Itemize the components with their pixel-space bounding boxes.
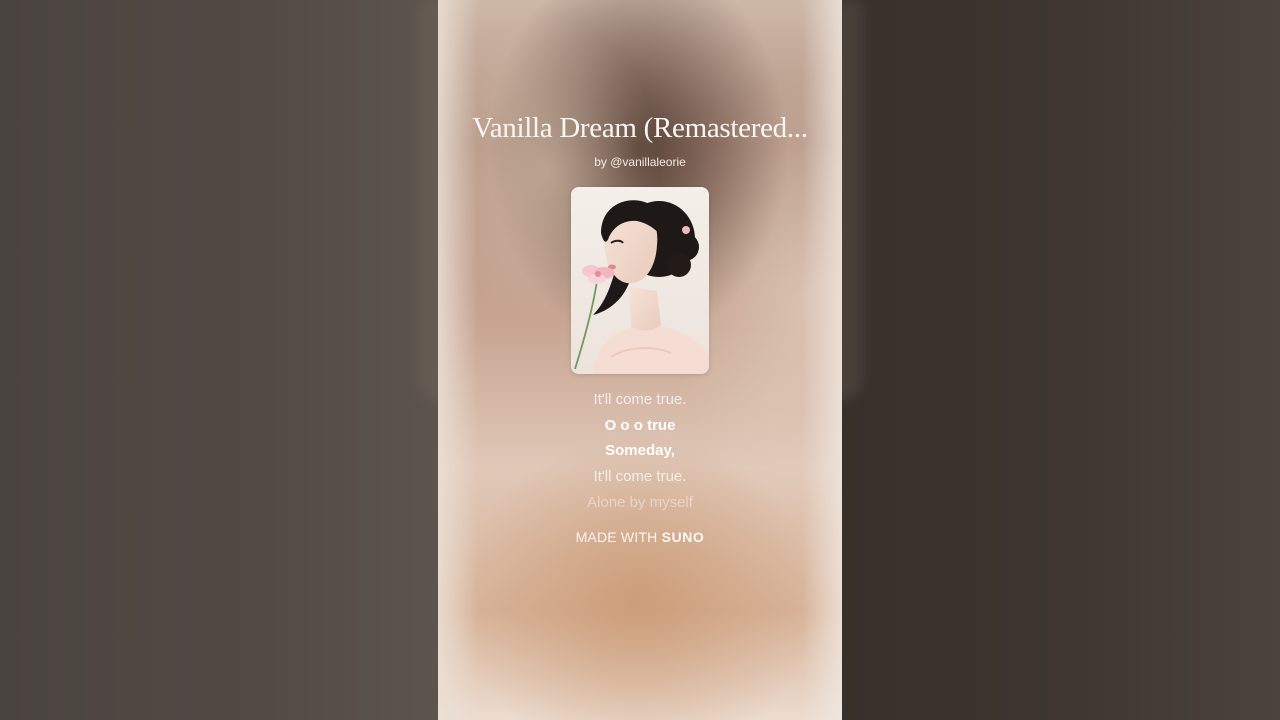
lyric-line-current: O o o true [604,416,676,434]
lyric-line: Alone by myself [587,493,693,511]
lyrics-list: It'll come true. O o o true Someday, It'… [438,387,842,515]
panel-edge-glow-left [438,0,478,720]
video-panel: Vanilla Dream (Remastered... by @vanilla… [438,0,842,720]
right-background [842,0,1280,720]
lyric-line: It'll come true. [593,468,687,486]
lyric-line: It'll come true. [593,391,687,408]
cover-art-image [571,187,709,374]
made-with-credit: MADE WITH SUNO [438,529,842,545]
lyric-line-current: Someday, [605,442,675,460]
artist-byline[interactable]: by @vanillaleorie [438,155,842,169]
made-with-label: MADE WITH [575,529,658,545]
cover-art [571,187,709,374]
suno-brand: SUNO [661,529,705,545]
left-background [0,0,438,720]
panel-edge-glow-right [802,0,842,720]
song-title: Vanilla Dream (Remastered... [472,112,808,144]
